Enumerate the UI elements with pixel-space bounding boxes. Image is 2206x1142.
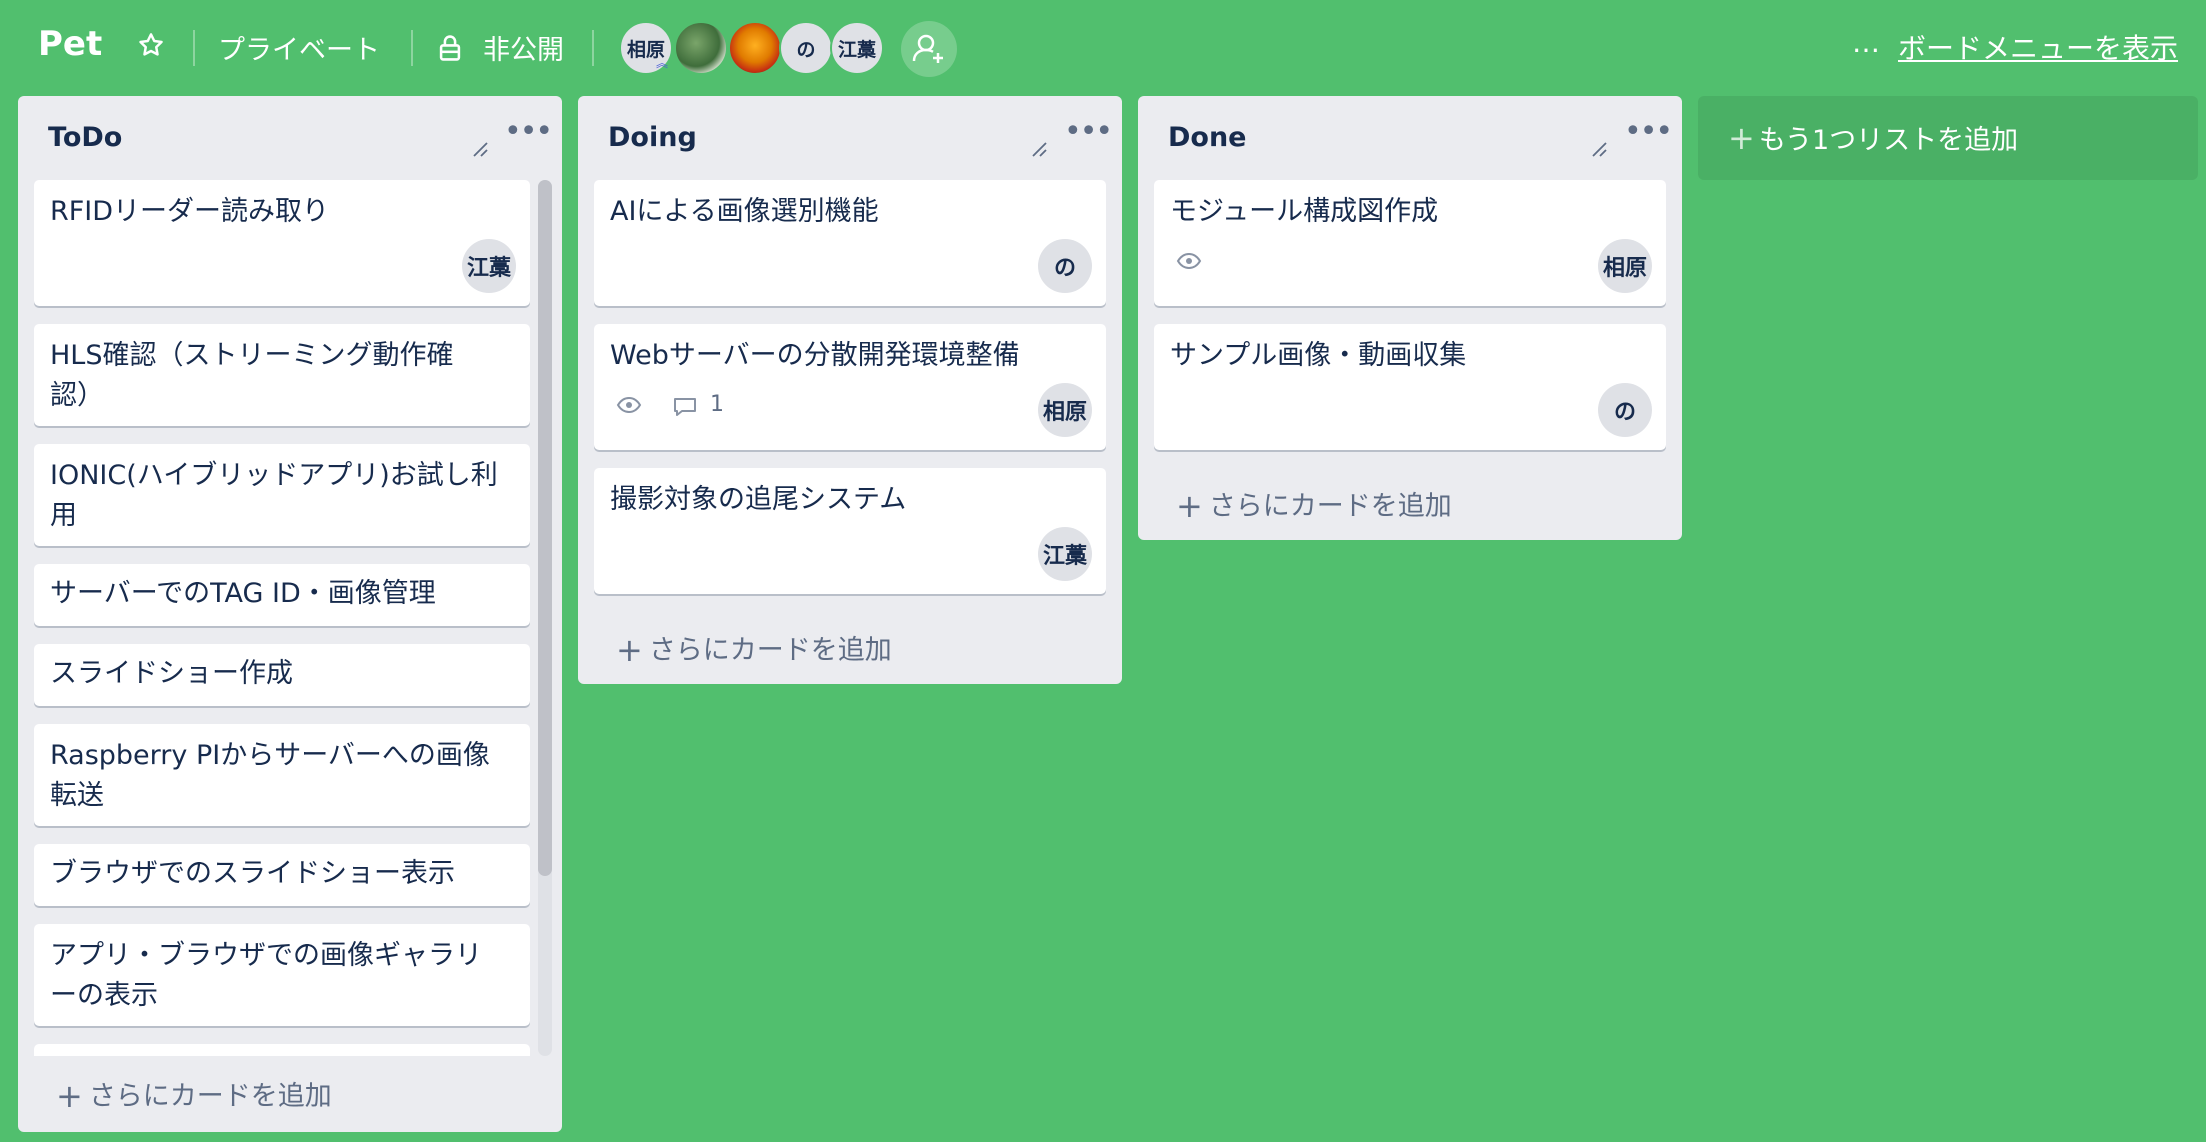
add-card-label: さらにカードを追加 (648, 635, 892, 666)
list-title[interactable]: Done (1168, 122, 1247, 153)
list-menu-icon[interactable]: ••• (504, 114, 553, 149)
card-member-avatar[interactable]: 江藁 (1038, 527, 1092, 581)
member-avatar-photo[interactable] (728, 21, 782, 75)
board-title[interactable]: Pet (38, 24, 102, 64)
card-member-avatar[interactable]: の (1598, 383, 1652, 437)
list-title[interactable]: ToDo (48, 122, 122, 153)
list-card[interactable]: RFIDリーダー読み取り 江藁 (34, 180, 530, 306)
card-title: HLS確認（ストリーミング動作確 認） (50, 336, 453, 416)
card-title-line: Raspberry PIからサーバーへの画像 (50, 740, 490, 771)
resize-icon (1592, 142, 1607, 157)
list-card[interactable]: モジュール構成図作成 相原 (1154, 180, 1666, 306)
add-list-label: もう1つリストを追加 (1758, 125, 2019, 156)
list-card[interactable]: アプリ・ブラウザでの画像ギャラリ ーの表示 (34, 924, 530, 1026)
list-card[interactable]: ブラウザでのスライドショー表示 (34, 844, 530, 906)
list-card[interactable]: サンプル画像・動画収集 の (1154, 324, 1666, 450)
comment-icon (674, 398, 696, 416)
plus-icon: + (56, 1077, 83, 1115)
card-title: アプリ・ブラウザでの画像ギャラリ ーの表示 (50, 936, 482, 1016)
list-title[interactable]: Doing (608, 122, 697, 153)
card-member-avatar[interactable]: 相原 (1598, 239, 1652, 293)
header-divider (193, 30, 195, 66)
card-title: サーバーでのTAG ID・画像管理 (50, 578, 436, 609)
admin-chevron-icon: ︽ (656, 56, 669, 70)
add-card-label: さらにカードを追加 (1208, 491, 1452, 522)
member-avatar-no[interactable]: の (779, 21, 833, 75)
list-menu-icon[interactable]: ••• (1624, 114, 1673, 149)
scrollbar-thumb[interactable] (538, 180, 552, 876)
add-card-button[interactable]: + さらにカードを追加 (1176, 484, 1452, 525)
list-card[interactable]: スライドショー作成 (34, 644, 530, 706)
resize-icon (473, 142, 488, 157)
card-title: ブラウザでのスライドショー表示 (50, 858, 455, 889)
card-member-avatar[interactable]: の (1038, 239, 1092, 293)
comment-count: 1 (710, 392, 724, 417)
plus-icon: + (1176, 487, 1203, 525)
list-card[interactable]: Raspberry PIからサーバーへの画像 転送 (34, 724, 530, 826)
list-done: Done ••• (1138, 96, 1682, 540)
team-button[interactable]: プライベート (218, 28, 380, 67)
card-title: サンプル画像・動画収集 (1170, 340, 1467, 371)
card-title: モジュール構成図作成 (1170, 196, 1439, 227)
card-title: IONIC(ハイブリッドアプリ)お試し利 用 (50, 456, 498, 536)
list-scrollbar[interactable] (538, 180, 552, 1056)
list-card-partial[interactable] (34, 1044, 530, 1056)
board-header: Pet プライベート 非公開 相原 ︽ の 江藁 … ボードメニューを表示 (0, 0, 2206, 95)
more-icon[interactable]: … (1852, 26, 1880, 59)
member-avatar-photo[interactable] (674, 21, 728, 75)
header-divider (411, 30, 413, 66)
card-member-avatar[interactable]: 江藁 (462, 239, 516, 293)
member-avatar-etou[interactable]: 江藁 (830, 21, 884, 75)
resize-icon (1032, 142, 1047, 157)
watch-eye-icon (1176, 252, 1202, 270)
list-menu-icon[interactable]: ••• (1064, 114, 1113, 149)
add-list-button[interactable]: + もう1つリストを追加 (1698, 96, 2198, 180)
visibility-button[interactable]: 非公開 (483, 28, 564, 67)
card-title: スライドショー作成 (50, 658, 293, 689)
card-title: Webサーバーの分散開発環境整備 (610, 340, 1020, 371)
card-title-line: 認） (50, 380, 104, 411)
card-title: RFIDリーダー読み取り (50, 196, 330, 227)
card-title-line: 用 (50, 500, 77, 531)
card-title-line: 転送 (50, 780, 104, 811)
card-title: 撮影対象の追尾システム (610, 484, 907, 515)
add-card-button[interactable]: + さらにカードを追加 (616, 628, 892, 669)
card-member-avatar[interactable]: 相原 (1038, 383, 1092, 437)
list-card[interactable]: HLS確認（ストリーミング動作確 認） (34, 324, 530, 426)
add-list-label-wrap: + もう1つリストを追加 (1728, 118, 2018, 157)
list-card[interactable]: Webサーバーの分散開発環境整備 1 相原 (594, 324, 1106, 450)
list-card[interactable]: 撮影対象の追尾システム 江藁 (594, 468, 1106, 594)
list-card[interactable]: AIによる画像選別機能 の (594, 180, 1106, 306)
plus-icon: + (1728, 119, 1755, 157)
card-title: AIによる画像選別機能 (610, 196, 879, 227)
list-card[interactable]: IONIC(ハイブリッドアプリ)お試し利 用 (34, 444, 530, 546)
card-title: Raspberry PIからサーバーへの画像 転送 (50, 736, 490, 816)
card-title-line: アプリ・ブラウザでの画像ギャラリ (50, 940, 482, 971)
plus-icon: + (616, 631, 643, 669)
card-title-line: HLS確認（ストリーミング動作確 (50, 340, 454, 371)
add-person-icon (912, 34, 943, 63)
header-divider (592, 30, 594, 66)
add-card-button[interactable]: + さらにカードを追加 (56, 1074, 332, 1115)
show-menu-link[interactable]: ボードメニューを表示 (1898, 27, 2178, 67)
watch-eye-icon (616, 396, 642, 414)
card-title-line: ーの表示 (50, 980, 158, 1011)
add-card-label: さらにカードを追加 (88, 1081, 332, 1112)
card-title-line: IONIC(ハイブリッドアプリ)お試し利 (50, 460, 498, 491)
lock-icon[interactable] (437, 34, 463, 62)
add-member-button[interactable] (901, 21, 957, 77)
list-card[interactable]: サーバーでのTAG ID・画像管理 (34, 564, 530, 626)
star-icon[interactable] (136, 30, 166, 60)
